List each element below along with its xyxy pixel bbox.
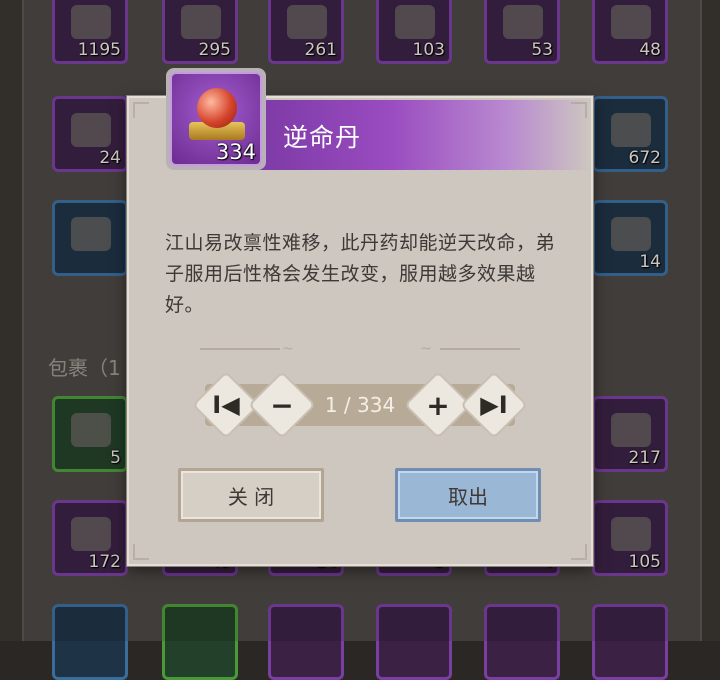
take-out-button[interactable]: 取出 [395, 468, 541, 522]
swirl-ornament-icon: ~ [420, 341, 432, 357]
close-button[interactable]: 关 闭 [178, 468, 324, 522]
item-description: 江山易改禀性难移，此丹药却能逆天改命，弟子服用后性格会发生改变，服用越多效果越好… [165, 232, 556, 316]
corner-ornament [133, 102, 149, 118]
corner-ornament [133, 544, 149, 560]
corner-ornament [571, 544, 587, 560]
skip-last-icon: ▶I [480, 391, 508, 419]
take-out-button-label: 取出 [448, 484, 488, 509]
red-orb-icon [197, 88, 237, 128]
divider-right [440, 348, 520, 350]
quantity-display: 1 / 334 [324, 393, 396, 417]
item-icon-frame: 334 [166, 68, 266, 170]
item-icon: 334 [170, 72, 262, 166]
item-name: 逆命丹 [283, 123, 362, 152]
divider-left [200, 348, 280, 350]
skip-first-icon: I◀ [212, 391, 240, 419]
plus-icon: + [426, 388, 450, 422]
close-button-label: 关 闭 [227, 484, 275, 509]
swirl-ornament-icon: ~ [282, 341, 294, 357]
minus-icon: − [270, 388, 294, 422]
item-count: 334 [215, 140, 256, 164]
